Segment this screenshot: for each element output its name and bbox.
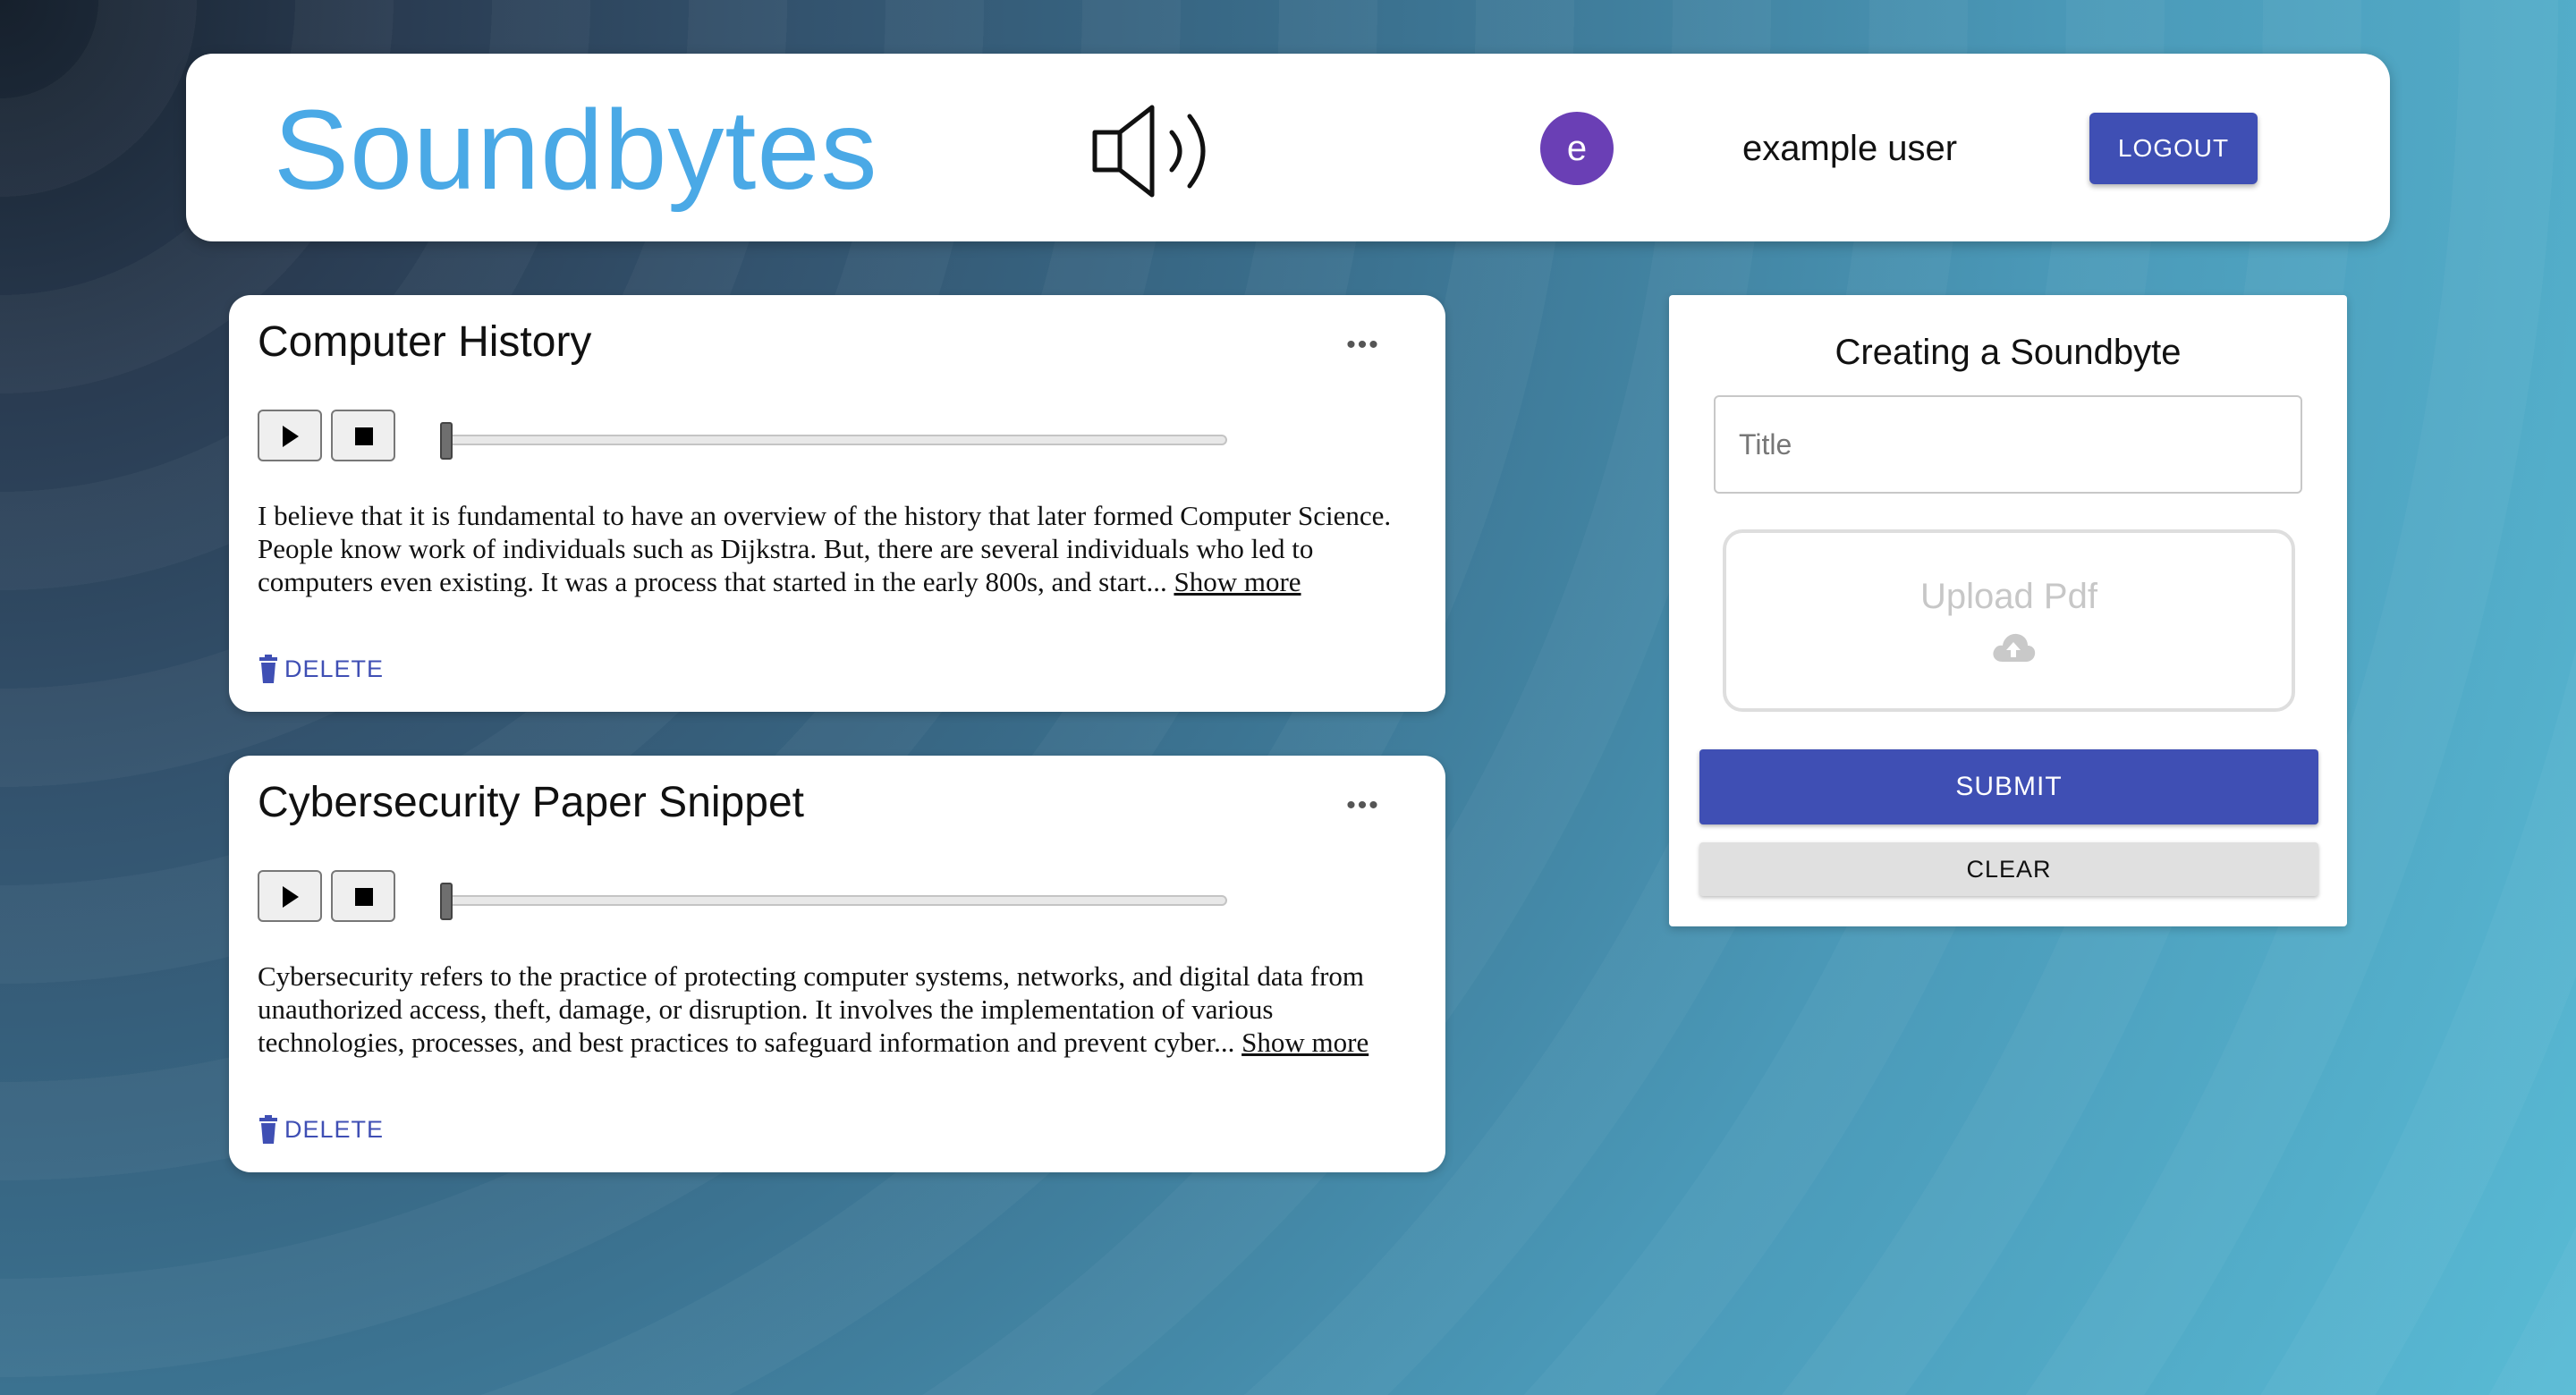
stop-icon	[355, 888, 373, 906]
submit-button[interactable]: SUBMIT	[1699, 749, 2318, 824]
card-text: I believe that it is fundamental to have…	[258, 499, 1420, 598]
slider-thumb[interactable]	[440, 422, 453, 460]
avatar[interactable]: e	[1540, 112, 1614, 185]
delete-label: DELETE	[284, 655, 385, 682]
username-label: example user	[1742, 129, 1958, 168]
upload-pdf-dropzone[interactable]: Upload Pdf	[1723, 529, 2295, 712]
more-options-icon[interactable]: •••	[1335, 332, 1392, 359]
soundbyte-card: Cybersecurity Paper Snippet ••• Cybersec…	[229, 756, 1445, 1172]
delete-label: DELETE	[284, 1116, 385, 1143]
show-more-link[interactable]: Show more	[1241, 1027, 1368, 1058]
soundbyte-card: Computer History ••• I believe that it i…	[229, 295, 1445, 712]
card-title: Computer History	[258, 318, 592, 366]
audio-progress-slider[interactable]	[440, 435, 1227, 445]
speaker-icon	[1092, 105, 1206, 198]
play-icon	[283, 886, 299, 908]
trash-icon	[259, 655, 277, 683]
clear-button[interactable]: CLEAR	[1699, 842, 2318, 896]
slider-thumb[interactable]	[440, 883, 453, 920]
cloud-upload-icon	[1993, 633, 2036, 662]
stop-button[interactable]	[331, 410, 395, 461]
more-options-icon[interactable]: •••	[1335, 792, 1392, 819]
stop-icon	[355, 427, 373, 445]
create-soundbyte-form: Creating a Soundbyte Upload Pdf SUBMIT C…	[1669, 295, 2347, 926]
delete-button[interactable]: DELETE	[258, 1112, 384, 1147]
stop-button[interactable]	[331, 870, 395, 922]
play-button[interactable]	[258, 870, 322, 922]
brand-title: Soundbytes	[274, 87, 878, 213]
upload-label: Upload Pdf	[1920, 577, 2097, 616]
card-title: Cybersecurity Paper Snippet	[258, 779, 804, 826]
audio-progress-slider[interactable]	[440, 895, 1227, 906]
logout-button[interactable]: LOGOUT	[2089, 113, 2258, 184]
show-more-link[interactable]: Show more	[1174, 566, 1301, 597]
trash-icon	[259, 1115, 277, 1144]
app-header: Soundbytes e example user LOGOUT	[186, 54, 2390, 241]
card-text: Cybersecurity refers to the practice of …	[258, 960, 1420, 1059]
card-snippet: Cybersecurity refers to the practice of …	[258, 960, 1365, 1058]
delete-button[interactable]: DELETE	[258, 651, 384, 687]
play-button[interactable]	[258, 410, 322, 461]
form-title: Creating a Soundbyte	[1835, 333, 2182, 372]
title-input[interactable]	[1714, 395, 2302, 494]
play-icon	[283, 426, 299, 447]
